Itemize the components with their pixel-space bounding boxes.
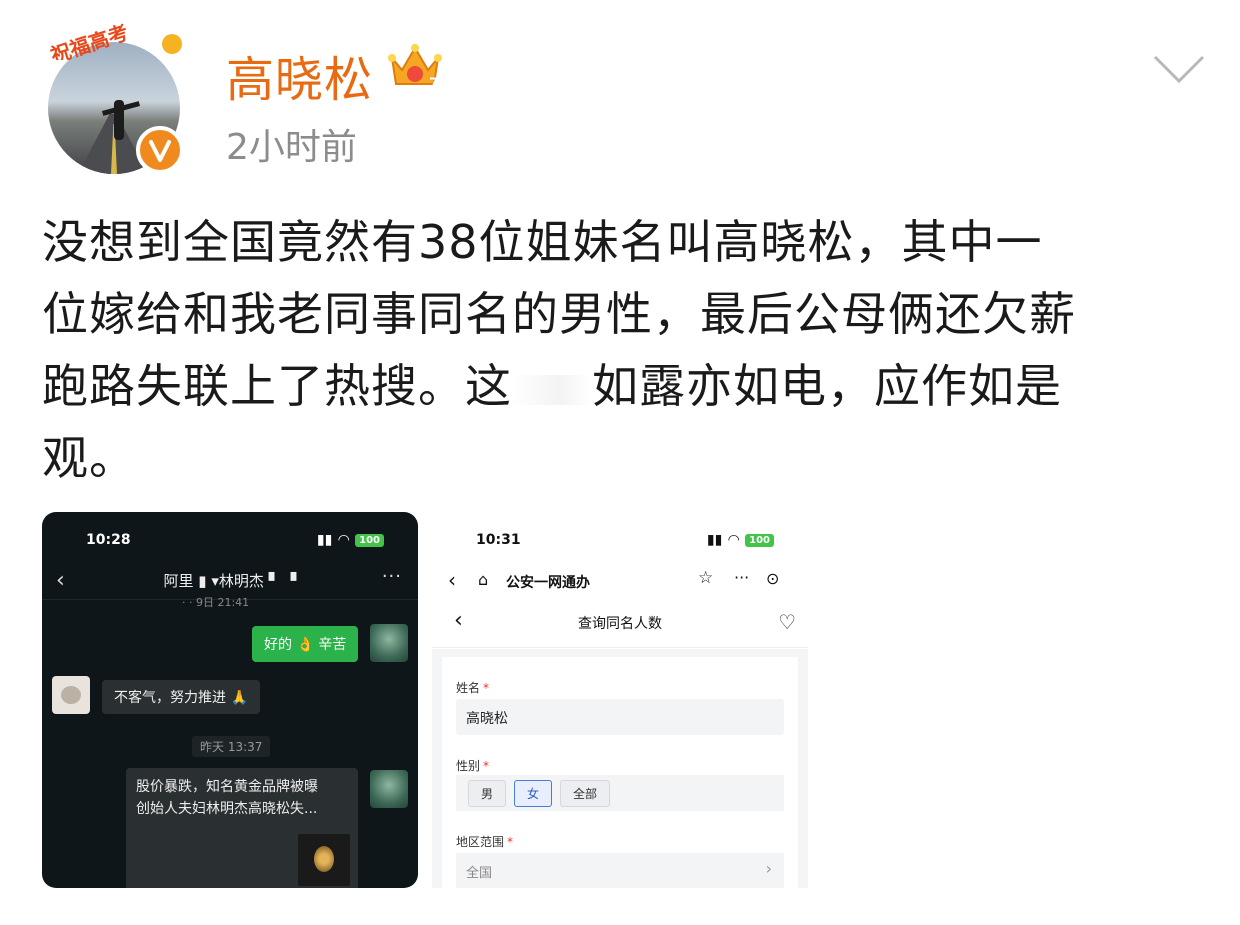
signal-icon: ▮▮ — [706, 532, 723, 548]
wifi-icon: ◠ — [728, 532, 740, 548]
status-bar: 10:31 ▮▮ ◠ 100 — [432, 512, 808, 562]
region-value: 全国 — [466, 866, 493, 881]
post-line-part: 如露亦如电，应作如是 — [592, 359, 1062, 413]
more-icon[interactable]: ··· — [382, 566, 402, 587]
avatar — [370, 770, 408, 808]
avatar — [52, 676, 90, 714]
status-time: 10:28 — [86, 532, 131, 548]
image-query-screenshot[interactable]: 10:31 ▮▮ ◠ 100 ‹ ⌂ 公安一网通办 ☆ ··· ⊙ ‹ 查询同名… — [432, 512, 808, 888]
image-chat-screenshot[interactable]: 10:28 ▮▮ ◠ 100 ‹ 阿里 ▮ ▾林明杰 ▘ ▝ ··· · · 9… — [42, 512, 418, 888]
gender-option-male[interactable]: 男 — [468, 779, 507, 807]
verified-badge-icon — [136, 126, 184, 174]
timestamp: 昨天 13:37 — [192, 736, 271, 757]
page-title: 查询同名人数 — [578, 616, 662, 632]
timestamp: · · 9日 21:41 — [182, 596, 250, 609]
status-icons: ▮▮ ◠ 100 — [317, 532, 384, 548]
user-name[interactable]: 高晓松 — [226, 40, 373, 110]
message-bubble-received: 不客气，努力推进 🙏 — [102, 680, 260, 714]
status-icons: ▮▮ ◠ 100 — [707, 532, 774, 548]
avatar-ribbon: 祝福高考 — [38, 10, 188, 60]
chevron-down-icon[interactable] — [1152, 52, 1206, 86]
battery-icon: 100 — [745, 533, 774, 547]
text-fade — [512, 374, 592, 405]
heart-icon[interactable]: ♡ — [778, 610, 796, 634]
link-card-line: 股价暴跌，知名黄金品牌被曝 — [136, 779, 318, 795]
home-icon[interactable]: ⌂ — [478, 570, 488, 589]
star-icon[interactable]: ☆ — [698, 568, 713, 588]
svg-text:7: 7 — [429, 76, 439, 92]
name-field[interactable]: 高晓松 — [456, 699, 784, 735]
link-card: 股价暴跌，知名黄金品牌被曝 创始人夫妇林明杰高晓松失... — [126, 768, 358, 888]
mini-app-header: ‹ ⌂ 公安一网通办 ☆ ··· ⊙ — [432, 566, 808, 602]
post-line: 观。 — [42, 431, 136, 485]
battery-icon: 100 — [355, 533, 384, 547]
mini-app-name: 公安一网通办 — [506, 575, 590, 591]
name-label: 姓名 * — [456, 681, 490, 695]
crown-icon: 7 — [388, 44, 442, 92]
status-time: 10:31 — [476, 532, 521, 548]
message-bubble-sent: 好的 👌 辛苦 — [252, 626, 359, 662]
chevron-right-icon: › — [765, 859, 772, 878]
signal-icon: ▮▮ — [316, 532, 333, 548]
gender-selector: 男 女 全部 — [456, 775, 784, 811]
gender-option-female[interactable]: 女 — [514, 779, 553, 807]
post-line: 没想到全国竟然有38位姐妹名叫高晓松，其中一 — [42, 215, 1043, 269]
link-card-line: 创始人夫妇林明杰高晓松失... — [136, 801, 318, 817]
gender-option-all[interactable]: 全部 — [560, 779, 611, 807]
query-form: 姓名 * 高晓松 性别 * 男 女 全部 地区范围 * 全国 › — [432, 649, 808, 888]
post-text: 没想到全国竟然有38位姐妹名叫高晓松，其中一 位嫁给和我老同事同名的男性，最后公… — [42, 206, 1202, 494]
chat-title: 阿里 ▮ ▾林明杰 ▘ ▝ — [163, 572, 297, 590]
form-card: 姓名 * 高晓松 性别 * 男 女 全部 地区范围 * 全国 › — [442, 657, 798, 888]
wifi-icon: ◠ — [338, 532, 350, 548]
post-time: 2小时前 — [226, 127, 357, 168]
target-icon[interactable]: ⊙ — [766, 569, 779, 588]
post-line: 位嫁给和我老同事同名的男性，最后公母俩还欠薪 — [42, 287, 1076, 341]
avatar — [370, 624, 408, 662]
more-icon[interactable]: ··· — [734, 568, 749, 587]
region-label: 地区范围 * — [456, 835, 514, 849]
avatar-group[interactable]: 祝福高考 — [36, 8, 188, 174]
back-icon[interactable]: ‹ — [448, 568, 456, 592]
page-header: ‹ 查询同名人数 ♡ — [432, 604, 808, 648]
link-thumbnail — [298, 834, 350, 886]
gender-label: 性别 * — [456, 759, 490, 773]
post-line-part: 跑路失联上了热搜。这 — [42, 359, 512, 413]
status-bar: 10:28 ▮▮ ◠ 100 — [42, 512, 418, 562]
region-select[interactable]: 全国 › — [456, 853, 784, 888]
post-line: 跑路失联上了热搜。这 如露亦如电，应作如是 — [42, 350, 1202, 422]
